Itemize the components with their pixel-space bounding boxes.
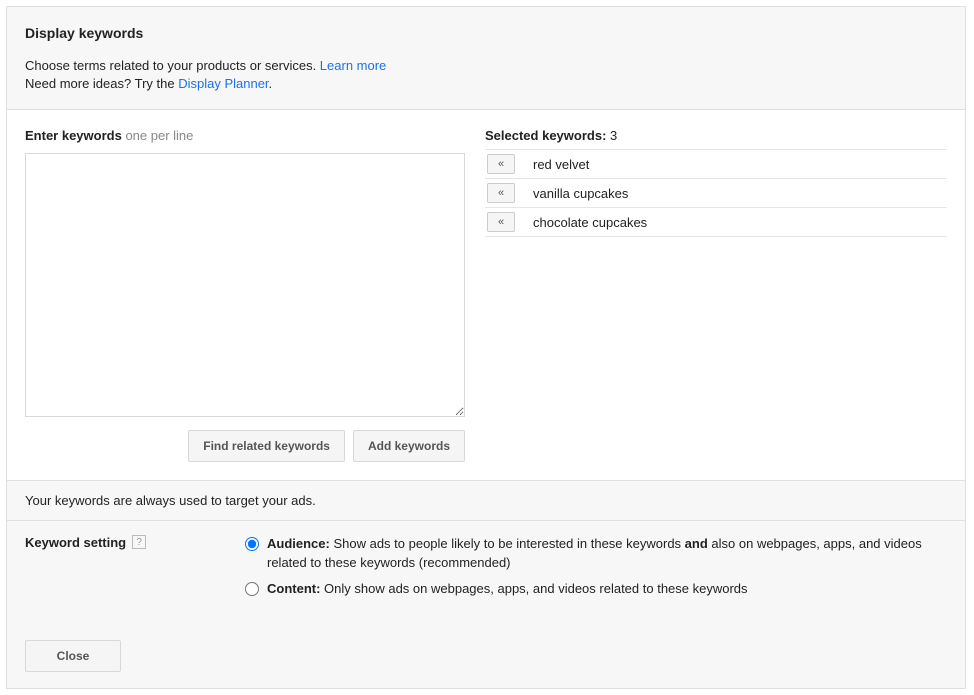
info-bar: Your keywords are always used to target …	[7, 480, 965, 521]
content-option-text: Only show ads on webpages, apps, and vid…	[320, 581, 747, 596]
remove-keyword-button[interactable]: «	[487, 212, 515, 232]
radio-audience[interactable]	[245, 537, 259, 551]
radio-audience-label[interactable]: Audience: Show ads to people likely to b…	[267, 535, 947, 571]
selected-keywords-count: 3	[610, 128, 617, 143]
keyword-text: vanilla cupcakes	[533, 186, 628, 201]
audience-option-and: and	[685, 536, 708, 551]
description-text-2-suffix: .	[269, 76, 273, 91]
add-keywords-button[interactable]: Add keywords	[353, 430, 465, 462]
remove-keyword-button[interactable]: «	[487, 154, 515, 174]
learn-more-link[interactable]: Learn more	[320, 58, 386, 73]
panel-description: Choose terms related to your products or…	[25, 57, 947, 93]
radio-content-label[interactable]: Content: Only show ads on webpages, apps…	[267, 580, 947, 598]
content-option-name: Content:	[267, 581, 320, 596]
list-item: « vanilla cupcakes	[485, 179, 947, 208]
display-keywords-panel: Display keywords Choose terms related to…	[6, 6, 966, 689]
info-text: Your keywords are always used to target …	[25, 493, 316, 508]
selected-keywords-label-text: Selected keywords	[485, 128, 602, 143]
keyword-setting-section: Keyword setting ? Audience: Show ads to …	[7, 521, 965, 624]
audience-option-name: Audience:	[267, 536, 330, 551]
enter-keywords-label-text: Enter keywords	[25, 128, 122, 143]
description-text-2: Need more ideas? Try the	[25, 76, 178, 91]
list-item: « red velvet	[485, 150, 947, 179]
radio-content-row: Content: Only show ads on webpages, apps…	[245, 580, 947, 598]
enter-keywords-column: Enter keywords one per line Find related…	[25, 128, 465, 462]
keyword-setting-options: Audience: Show ads to people likely to b…	[245, 535, 947, 606]
selected-keywords-column: Selected keywords: 3 « red velvet « vani…	[485, 128, 947, 462]
selected-count-separator: :	[602, 128, 610, 143]
enter-keywords-hint: one per line	[122, 128, 194, 143]
keyword-text: chocolate cupcakes	[533, 215, 647, 230]
remove-keyword-button[interactable]: «	[487, 183, 515, 203]
main-section: Enter keywords one per line Find related…	[7, 110, 965, 480]
radio-audience-row: Audience: Show ads to people likely to b…	[245, 535, 947, 571]
enter-keywords-label: Enter keywords one per line	[25, 128, 465, 143]
keyword-setting-label-col: Keyword setting ?	[25, 535, 225, 606]
keywords-button-row: Find related keywords Add keywords	[25, 430, 465, 462]
close-button[interactable]: Close	[25, 640, 121, 672]
keywords-textarea[interactable]	[25, 153, 465, 417]
find-related-keywords-button[interactable]: Find related keywords	[188, 430, 345, 462]
keyword-setting-label: Keyword setting	[25, 535, 126, 550]
keyword-text: red velvet	[533, 157, 589, 172]
header-section: Display keywords Choose terms related to…	[7, 7, 965, 110]
audience-option-text-1: Show ads to people likely to be interest…	[330, 536, 685, 551]
selected-keywords-label: Selected keywords: 3	[485, 128, 947, 143]
radio-content[interactable]	[245, 582, 259, 596]
help-icon[interactable]: ?	[132, 535, 146, 549]
selected-keywords-list: « red velvet « vanilla cupcakes « chocol…	[485, 149, 947, 237]
description-text-1: Choose terms related to your products or…	[25, 58, 320, 73]
footer-section: Close	[7, 624, 965, 688]
panel-title: Display keywords	[25, 25, 947, 41]
list-item: « chocolate cupcakes	[485, 208, 947, 237]
display-planner-link[interactable]: Display Planner	[178, 76, 268, 91]
